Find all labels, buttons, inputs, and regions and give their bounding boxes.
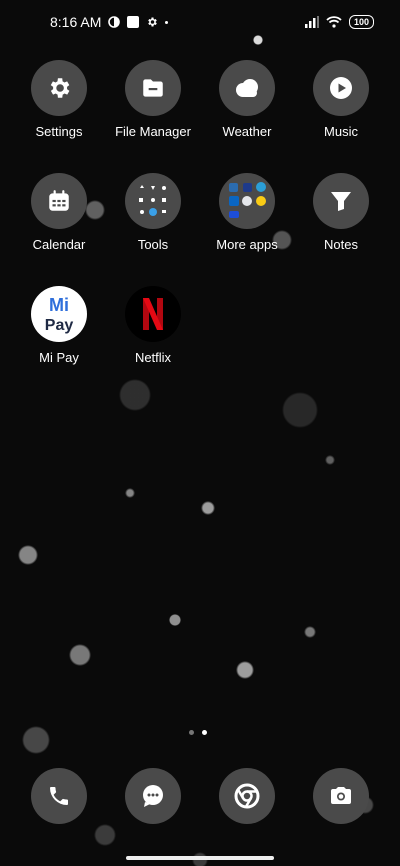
dock-phone[interactable] <box>14 768 104 824</box>
app-label: Tools <box>137 237 169 252</box>
folder-more-apps[interactable]: More apps <box>202 173 292 252</box>
camera-icon <box>313 768 369 824</box>
dock-camera[interactable] <box>296 768 386 824</box>
cloud-icon <box>219 60 275 116</box>
app-netflix[interactable]: Netflix <box>108 286 198 365</box>
page-indicator <box>189 730 207 735</box>
page-dot[interactable] <box>189 730 194 735</box>
app-label: More apps <box>216 237 278 252</box>
app-label: Netflix <box>134 350 172 365</box>
app-label: Music <box>324 124 358 139</box>
svg-text:Pay: Pay <box>45 317 74 334</box>
app-settings[interactable]: Settings <box>14 60 104 139</box>
app-file-manager[interactable]: File Manager <box>108 60 198 139</box>
app-label: Notes <box>324 237 358 252</box>
app-calendar[interactable]: Calendar <box>14 173 104 252</box>
wifi-icon <box>326 16 342 28</box>
app-label: Calendar <box>32 237 86 252</box>
data-saver-icon <box>108 16 121 28</box>
app-music[interactable]: Music <box>296 60 386 139</box>
folder-tools[interactable]: Tools <box>108 173 198 252</box>
netflix-icon <box>125 286 181 342</box>
chrome-icon <box>219 768 275 824</box>
phone-icon <box>31 768 87 824</box>
tools-folder-icon <box>125 173 181 229</box>
app-weather[interactable]: Weather <box>202 60 292 139</box>
more-notifications-icon <box>165 20 169 24</box>
battery-indicator: 100 <box>348 15 374 29</box>
calendar-icon <box>31 173 87 229</box>
mi-pay-icon: Mi Pay <box>31 286 87 342</box>
folder-icon <box>125 60 181 116</box>
dock-messages[interactable] <box>108 768 198 824</box>
status-bar: 8:16 AM 100 <box>0 0 400 44</box>
app-label: Mi Pay <box>39 350 79 365</box>
clock: 8:16 AM <box>50 14 102 30</box>
message-icon <box>125 768 181 824</box>
app-notes[interactable]: Notes <box>296 173 386 252</box>
app-label: Settings <box>35 124 83 139</box>
signal-icon <box>304 16 319 28</box>
app-mi-pay[interactable]: Mi Pay Mi Pay <box>14 286 104 365</box>
page-dot-active[interactable] <box>202 730 207 735</box>
dock-browser[interactable] <box>202 768 292 824</box>
settings-icon <box>31 60 87 116</box>
svg-text:Mi: Mi <box>49 295 69 315</box>
notes-icon <box>313 173 369 229</box>
app-label: Weather <box>222 124 272 139</box>
notification-icon <box>127 16 140 28</box>
more-apps-folder-icon <box>219 173 275 229</box>
music-play-icon <box>313 60 369 116</box>
gesture-home-bar[interactable] <box>126 856 274 860</box>
gear-icon <box>148 17 158 27</box>
app-label: File Manager <box>115 124 191 139</box>
